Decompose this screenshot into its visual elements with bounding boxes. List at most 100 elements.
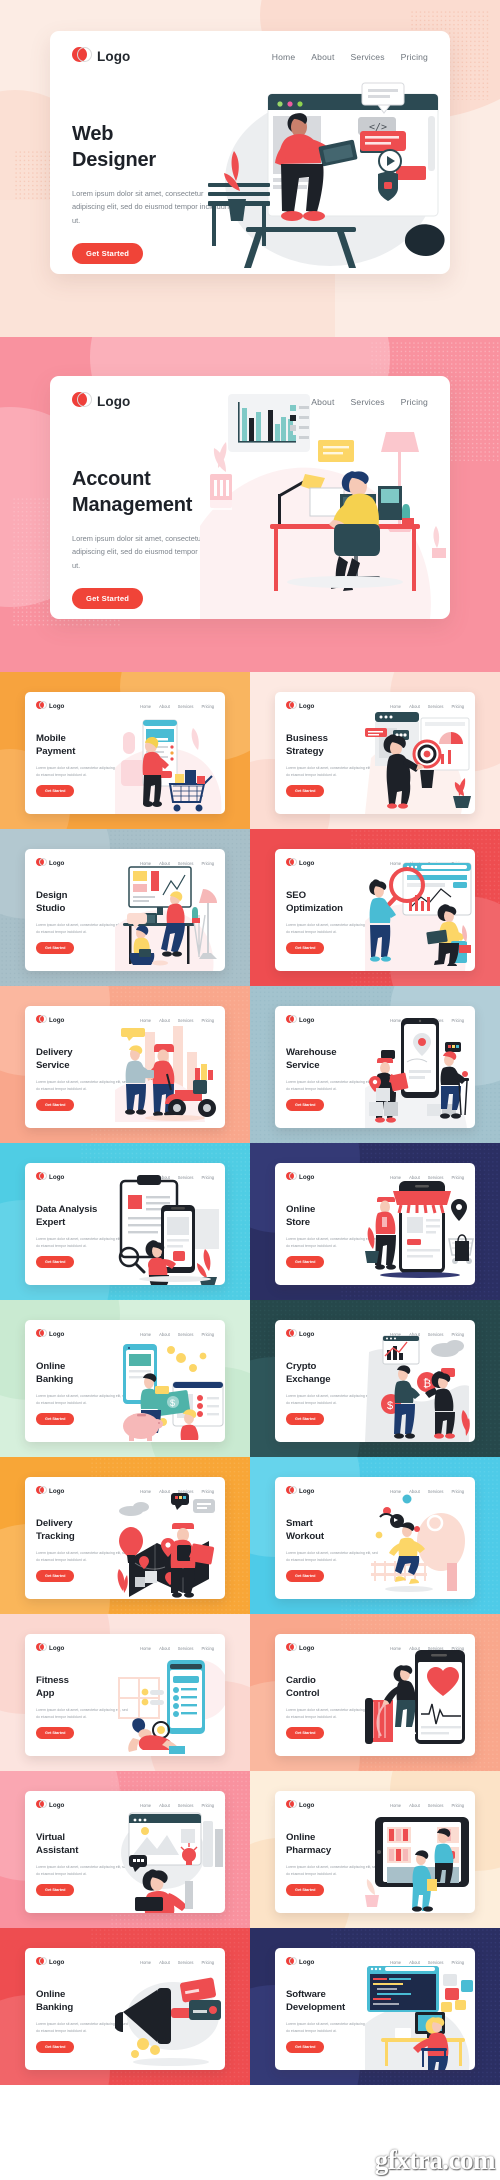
logo[interactable]: Logo xyxy=(36,1643,64,1653)
grid-cell: Logo Home About Services Pricing Softwar… xyxy=(250,1928,500,2085)
logo-label: Logo xyxy=(49,1644,65,1652)
get-started-button[interactable]: Get Started xyxy=(36,1256,75,1268)
hero-card-account-management[interactable]: Logo Home About Services Pricing Account… xyxy=(50,376,450,619)
logo-label: Logo xyxy=(299,1958,315,1966)
title-line-2: App xyxy=(36,1687,55,1699)
get-started-button[interactable]: Get Started xyxy=(36,1727,75,1739)
card-mobile-payment[interactable]: Logo Home About Services Pricing Mobile … xyxy=(25,692,225,814)
get-started-button[interactable]: Get Started xyxy=(36,1099,75,1111)
card-fitness-app[interactable]: Logo Home About Services Pricing Fitness… xyxy=(25,1634,225,1756)
hero-card-web-designer[interactable]: Logo Home About Services Pricing Web Des… xyxy=(50,31,450,274)
logo[interactable]: Logo xyxy=(286,1957,314,1967)
get-started-button[interactable]: Get Started xyxy=(36,1413,75,1425)
logo-label: Logo xyxy=(97,394,131,409)
logo[interactable]: Logo xyxy=(36,858,64,868)
get-started-button[interactable]: Get Started xyxy=(286,1884,325,1896)
logo[interactable]: Logo xyxy=(286,1329,314,1339)
grid-cell: Logo Home About Services Pricing Busines… xyxy=(250,672,500,829)
get-started-button[interactable]: Get Started xyxy=(72,587,144,609)
illustration-software-development xyxy=(365,1954,475,2070)
card-smart-workout[interactable]: Logo Home About Services Pricing Smart W… xyxy=(275,1477,475,1599)
title-line-1: Account xyxy=(72,468,151,490)
logo[interactable]: Logo xyxy=(72,392,130,411)
card-business-strategy[interactable]: Logo Home About Services Pricing Busines… xyxy=(275,692,475,814)
get-started-button[interactable]: Get Started xyxy=(36,1884,75,1896)
title-line-2: Workout xyxy=(286,1530,325,1542)
get-started-button[interactable]: Get Started xyxy=(286,1099,325,1111)
card-data-analysis-expert[interactable]: Logo Home About Services Pricing Data An… xyxy=(25,1163,225,1285)
logo[interactable]: Logo xyxy=(36,701,64,711)
title-line-2: Banking xyxy=(36,2001,74,2013)
title-line-1: Online xyxy=(36,1361,66,1372)
card-software-development[interactable]: Logo Home About Services Pricing Softwar… xyxy=(275,1948,475,2070)
logo[interactable]: Logo xyxy=(36,1015,64,1025)
card-online-banking-red[interactable]: Logo Home About Services Pricing Online … xyxy=(25,1948,225,2070)
title-line-1: Web xyxy=(72,123,114,145)
card-online-banking[interactable]: Logo Home About Services Pricing Online … xyxy=(25,1320,225,1442)
card-online-store[interactable]: Logo Home About Services Pricing Online … xyxy=(275,1163,475,1285)
logo[interactable]: Logo xyxy=(36,1800,64,1810)
logo[interactable]: Logo xyxy=(286,1015,314,1025)
grid-cell: Logo Home About Services Pricing Online … xyxy=(250,1771,500,1928)
title-line-2: Optimization xyxy=(286,902,343,914)
get-started-button[interactable]: Get Started xyxy=(286,785,325,797)
logo[interactable]: Logo xyxy=(286,1800,314,1810)
get-started-button[interactable]: Get Started xyxy=(286,1570,325,1582)
card-delivery-tracking[interactable]: Logo Home About Services Pricing Deliver… xyxy=(25,1477,225,1599)
card-delivery-service[interactable]: Logo Home About Services Pricing Deliver… xyxy=(25,1006,225,1128)
get-started-button[interactable]: Get Started xyxy=(36,942,75,954)
illustration-account-management xyxy=(200,376,450,619)
logo-circles-icon xyxy=(286,1486,297,1496)
logo[interactable]: Logo xyxy=(36,1172,64,1182)
logo[interactable]: Logo xyxy=(286,1486,314,1496)
logo[interactable]: Logo xyxy=(36,1486,64,1496)
title-line-1: Online xyxy=(286,1832,316,1843)
grid-cell: Logo Home About Services Pricing Crypto … xyxy=(250,1300,500,1457)
logo-circles-icon xyxy=(36,1643,47,1653)
logo-circles-icon xyxy=(36,701,47,711)
illustration-delivery-tracking xyxy=(115,1483,225,1599)
logo[interactable]: Logo xyxy=(286,701,314,711)
illustration-delivery-service xyxy=(115,1012,225,1128)
grid-cell: Logo Home About Services Pricing Data An… xyxy=(0,1143,250,1300)
logo-circles-icon xyxy=(286,858,297,868)
get-started-button[interactable]: Get Started xyxy=(36,2041,75,2053)
get-started-button[interactable]: Get Started xyxy=(286,942,325,954)
illustration-design-studio xyxy=(115,855,225,971)
logo-circles-icon xyxy=(72,47,92,66)
get-started-button[interactable]: Get Started xyxy=(286,1413,325,1425)
card-seo-optimization[interactable]: Logo Home About Services Pricing SEO Opt… xyxy=(275,849,475,971)
logo[interactable]: Logo xyxy=(286,1643,314,1653)
grid-cell: Logo Home About Services Pricing Mobile … xyxy=(0,672,250,829)
get-started-button[interactable]: Get Started xyxy=(36,1570,75,1582)
grid-cell: Logo Home About Services Pricing Design … xyxy=(0,829,250,986)
title-line-1: Crypto xyxy=(286,1361,317,1372)
card-online-pharmacy[interactable]: Logo Home About Services Pricing Online … xyxy=(275,1791,475,1913)
card-cardio-control[interactable]: Logo Home About Services Pricing Cardio … xyxy=(275,1634,475,1756)
get-started-button[interactable]: Get Started xyxy=(286,2041,325,2053)
title-line-2: Pharmacy xyxy=(286,1844,332,1856)
card-crypto-exchange[interactable]: Logo Home About Services Pricing Crypto … xyxy=(275,1320,475,1442)
logo[interactable]: Logo xyxy=(72,47,130,66)
grid-cell: Logo Home About Services Pricing Fitness… xyxy=(0,1614,250,1771)
get-started-button[interactable]: Get Started xyxy=(286,1256,325,1268)
card-warehouse-service[interactable]: Logo Home About Services Pricing Warehou… xyxy=(275,1006,475,1128)
title-line-1: Software xyxy=(286,1989,326,2000)
title-line-2: Service xyxy=(286,1059,320,1071)
logo[interactable]: Logo xyxy=(36,1957,64,1967)
title-line-1: SEO xyxy=(286,890,306,901)
logo-circles-icon xyxy=(286,1957,297,1967)
svg-text:$: $ xyxy=(387,1400,393,1412)
logo[interactable]: Logo xyxy=(286,1172,314,1182)
card-virtual-assistant[interactable]: Logo Home About Services Pricing Virtual… xyxy=(25,1791,225,1913)
title-line-1: Business xyxy=(286,733,328,744)
card-design-studio[interactable]: Logo Home About Services Pricing Design … xyxy=(25,849,225,971)
get-started-button[interactable]: Get Started xyxy=(286,1727,325,1739)
logo[interactable]: Logo xyxy=(36,1329,64,1339)
grid-cell: Logo Home About Services Pricing Cardio … xyxy=(250,1614,500,1771)
logo[interactable]: Logo xyxy=(286,858,314,868)
logo-label: Logo xyxy=(299,1644,315,1652)
get-started-button[interactable]: Get Started xyxy=(36,785,75,797)
get-started-button[interactable]: Get Started xyxy=(72,242,144,264)
illustration-online-pharmacy xyxy=(365,1797,475,1913)
